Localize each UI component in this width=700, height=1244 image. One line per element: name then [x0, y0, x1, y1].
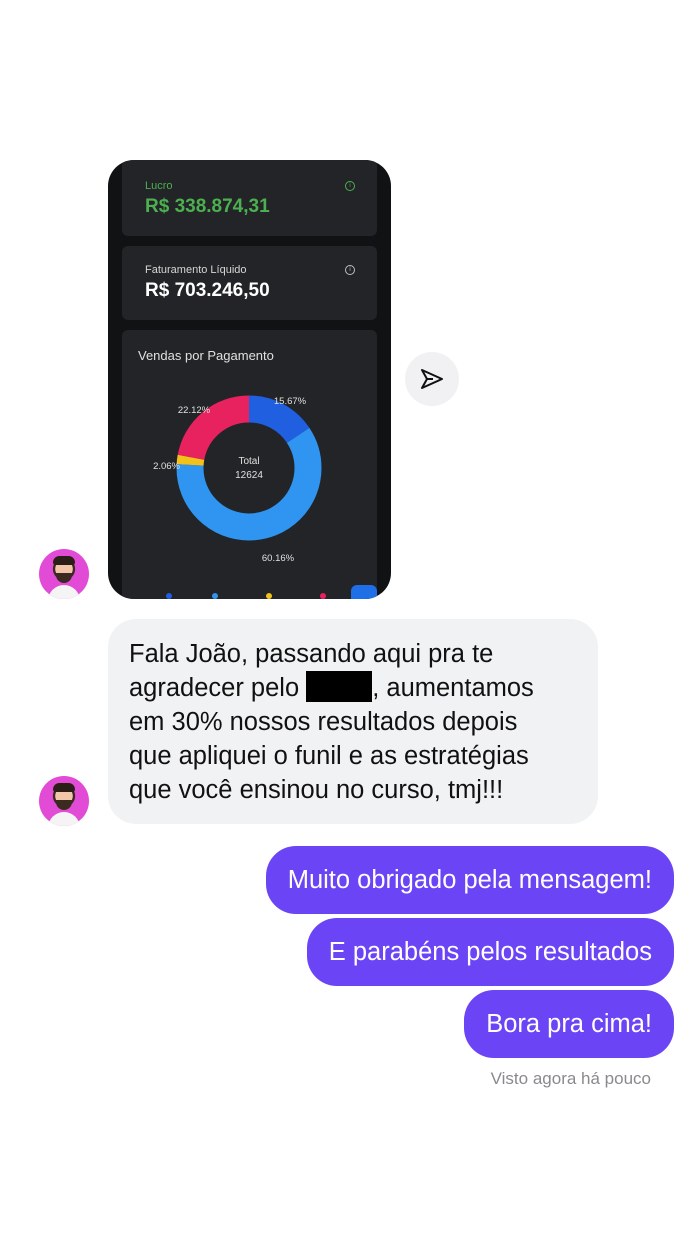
- legend-dot: [212, 593, 218, 599]
- avatar-shirt: [48, 585, 80, 599]
- message-fragment: , aumentamos: [372, 674, 534, 702]
- vendas-card: Vendas por Pagamento Total 12624 15.67% 60.…: [122, 330, 377, 599]
- message-line: que apliquei o funil e as estratégias: [129, 742, 529, 770]
- share-button[interactable]: [405, 352, 459, 406]
- info-icon: i: [345, 265, 355, 275]
- avatar[interactable]: [39, 549, 89, 599]
- avatar-beard: [56, 800, 72, 810]
- legend-dot: [320, 593, 326, 599]
- outgoing-message-bubble[interactable]: Muito obrigado pela mensagem!: [265, 846, 674, 914]
- info-icon: i: [345, 181, 355, 191]
- slice-percentage-label: 15.67%: [274, 396, 307, 407]
- donut-chart: Total 12624 15.67% 60.16% 2.06% 22.12%: [153, 395, 322, 564]
- outgoing-message-bubble[interactable]: Bora pra cima!: [464, 990, 674, 1058]
- legend-dot: [266, 593, 272, 599]
- donut-center-label: Total: [238, 456, 259, 467]
- faturamento-label: Faturamento Líquido: [145, 264, 247, 276]
- avatar-hair: [53, 556, 75, 565]
- message-line: agradecer pelo , aumentamos: [129, 671, 584, 705]
- message-line: em 30% nossos resultados depois: [129, 708, 518, 736]
- avatar-hair: [53, 783, 75, 792]
- slice-percentage-label: 2.06%: [153, 461, 180, 472]
- send-icon: [421, 369, 443, 389]
- avatar-shirt: [48, 812, 80, 826]
- avatar-beard: [56, 573, 72, 583]
- slice-percentage-label: 60.16%: [262, 553, 295, 564]
- legend-dot: [166, 593, 172, 599]
- lucro-value: R$ 338.874,31: [145, 196, 270, 217]
- slice-percentage-label: 22.12%: [178, 405, 211, 416]
- message-fragment: agradecer pelo: [129, 674, 307, 702]
- faturamento-card: Faturamento Líquido R$ 703.246,50 i: [122, 246, 377, 320]
- outgoing-message-bubble[interactable]: E parabéns pelos resultados: [306, 918, 674, 986]
- avatar[interactable]: [39, 776, 89, 826]
- incoming-message-text: Fala João, passando aqui pra te agradece…: [129, 637, 584, 807]
- calendar-icon[interactable]: [351, 585, 377, 599]
- incoming-message-bubble[interactable]: Fala João, passando aqui pra te agradece…: [108, 619, 598, 824]
- lucro-card: Lucro R$ 338.874,31 i: [122, 160, 377, 236]
- message-line: que você ensinou no curso, tmj!!!: [129, 776, 504, 804]
- lucro-label: Lucro: [145, 180, 173, 192]
- message-line: Fala João, passando aqui pra te: [129, 640, 494, 668]
- seen-status: Visto agora há pouco: [490, 1069, 651, 1088]
- faturamento-value: R$ 703.246,50: [145, 280, 270, 301]
- redaction-box: [306, 671, 373, 702]
- donut-center-value: 12624: [235, 470, 263, 481]
- shared-screenshot[interactable]: Lucro R$ 338.874,31 i Faturamento Líquid…: [108, 160, 391, 599]
